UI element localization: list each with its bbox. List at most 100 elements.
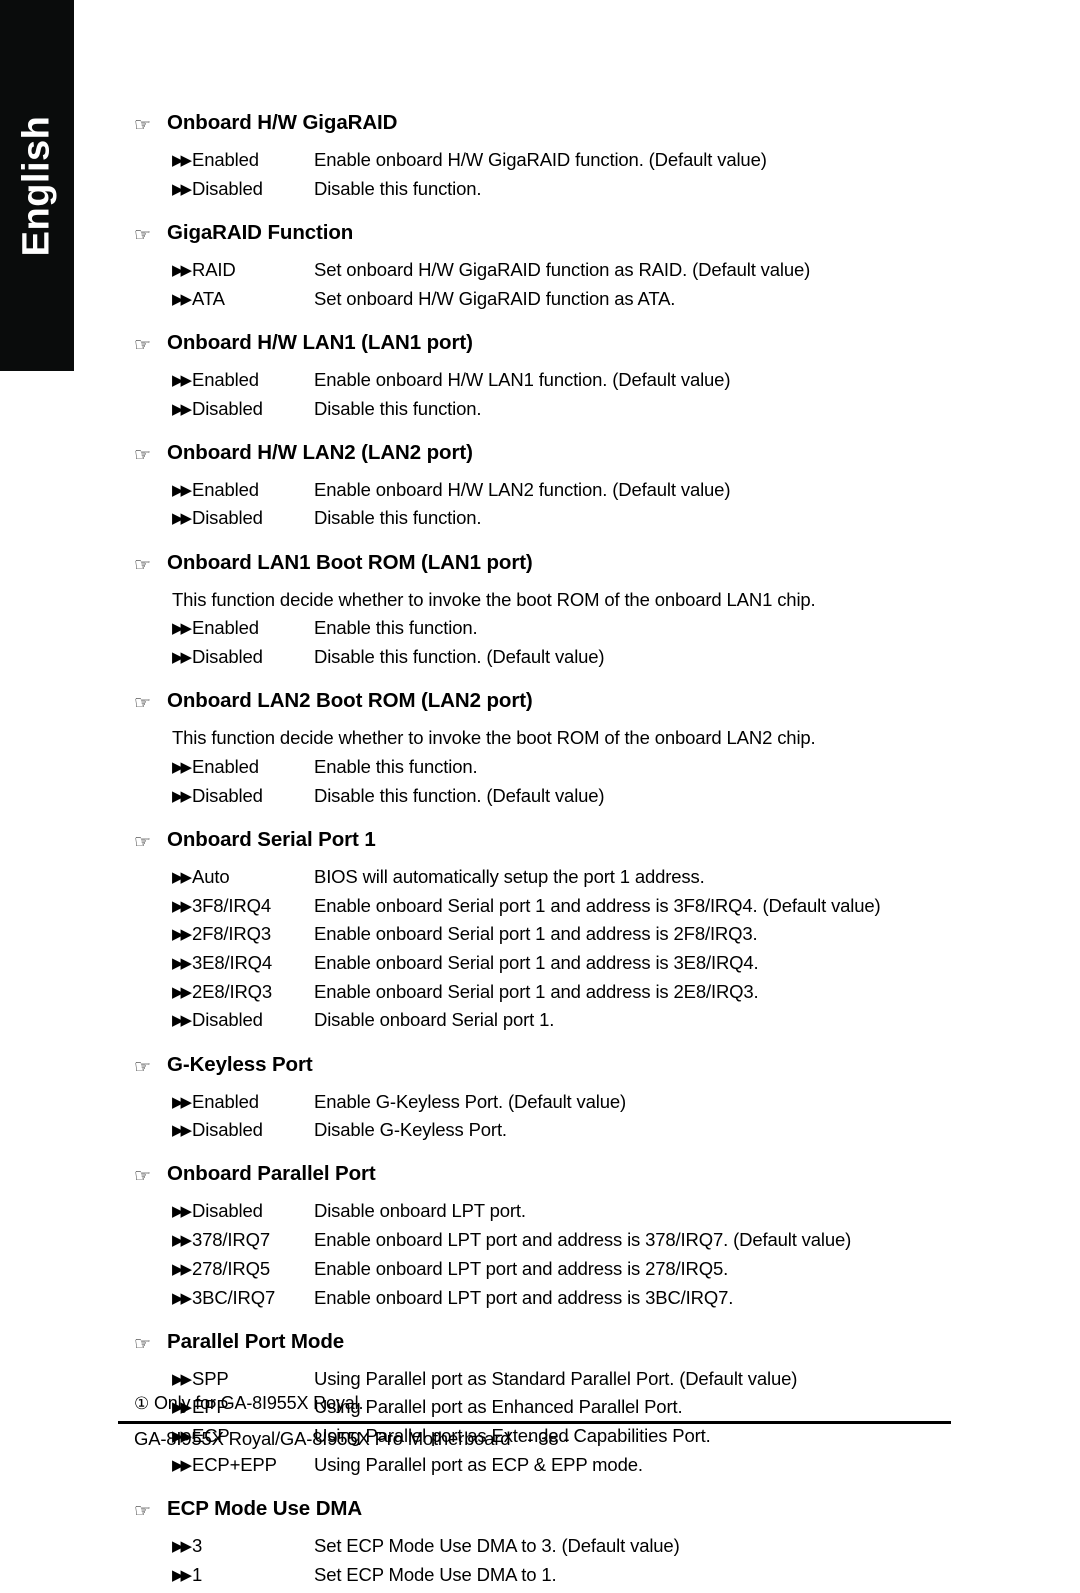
option-row: ▶▶ Enabled Enable onboard H/W LAN2 functio… bbox=[0, 479, 1080, 508]
option-row: ▶▶ Disabled Disable onboard Serial port 1. bbox=[0, 1009, 1080, 1038]
pointing-hand-icon: ☞ bbox=[134, 443, 152, 466]
section-note: This function decide whether to invoke t… bbox=[172, 588, 816, 610]
option-description: Enable G-Keyless Port. (Default value) bbox=[314, 1090, 627, 1112]
option-description: Set onboard H/W GigaRAID function as ATA… bbox=[314, 287, 676, 309]
option-row: ▶▶ Enabled Enable this function. bbox=[0, 617, 1080, 646]
option-row: ▶▶ Disabled Disable this function. bbox=[0, 178, 1080, 207]
double-arrow-icon: ▶▶ bbox=[172, 370, 192, 389]
double-arrow-icon: ▶▶ bbox=[172, 289, 192, 308]
option-description: Enable onboard Serial port 1 and address… bbox=[314, 894, 881, 916]
double-arrow-icon: ▶▶ bbox=[172, 1288, 192, 1307]
footnote-marker-icon: ① bbox=[134, 1394, 150, 1414]
pointing-hand-icon: ☞ bbox=[134, 692, 152, 715]
option-row: ▶▶ ECP+EPP Using Parallel port as ECP & EP… bbox=[0, 1454, 1080, 1483]
option-row: ▶▶ 1 Set ECP Mode Use DMA to 1. bbox=[0, 1564, 1080, 1593]
manual-page-content: ☞ Onboard H/W GigaRAID ▶▶ Enabled Enable onb… bbox=[0, 0, 1080, 1585]
double-arrow-icon: ▶▶ bbox=[172, 896, 192, 915]
option-name: 1 bbox=[192, 1563, 203, 1585]
double-arrow-icon: ▶▶ bbox=[172, 648, 192, 666]
option-name: RAID bbox=[192, 258, 236, 280]
option-name: 3BC/IRQ7 bbox=[192, 1286, 276, 1308]
option-name: 278/IRQ5 bbox=[192, 1257, 270, 1279]
option-row: ▶▶ Auto BIOS will automatically setup the … bbox=[0, 866, 1080, 895]
option-name: ECP+EPP bbox=[192, 1453, 277, 1475]
option-description: Set onboard H/W GigaRAID function as RAI… bbox=[314, 258, 811, 280]
option-row: ▶▶ Enabled Enable onboard H/W GigaRAID fun… bbox=[0, 149, 1080, 178]
double-arrow-icon: ▶▶ bbox=[172, 619, 192, 638]
double-arrow-icon: ▶▶ bbox=[172, 1092, 192, 1111]
option-description: Disable this function. bbox=[314, 177, 482, 199]
pointing-hand-icon: ☞ bbox=[134, 333, 152, 356]
option-name: Disabled bbox=[192, 397, 263, 419]
option-description: Enable onboard H/W LAN1 function. (Defau… bbox=[314, 368, 731, 390]
option-row: ▶▶ 3 Set ECP Mode Use DMA to 3. (Default v… bbox=[0, 1535, 1080, 1564]
section-heading-gigaraid-function: ☞ GigaRAID Function bbox=[0, 221, 1080, 255]
section-heading-onboard-hw-lan1: ☞ Onboard H/W LAN1 (LAN1 port) bbox=[0, 331, 1080, 365]
option-description: Enable onboard Serial port 1 and address… bbox=[314, 923, 758, 945]
section-heading-onboard-lan1-boot-rom: ☞ Onboard LAN1 Boot ROM (LAN1 port) bbox=[0, 551, 1080, 585]
option-name: Enabled bbox=[192, 478, 259, 500]
option-name: 2E8/IRQ3 bbox=[192, 980, 273, 1002]
section-title: Onboard H/W GigaRAID bbox=[167, 111, 398, 134]
section-heading-g-keyless-port: ☞ G-Keyless Port bbox=[0, 1053, 1080, 1087]
section-note: This function decide whether to invoke t… bbox=[172, 727, 816, 749]
section-title: Onboard H/W LAN2 (LAN2 port) bbox=[167, 440, 473, 464]
pointing-hand-icon: ☞ bbox=[134, 223, 152, 246]
option-name: Disabled bbox=[192, 1009, 263, 1031]
option-row: ▶▶ RAID Set onboard H/W GigaRAID function … bbox=[0, 259, 1080, 288]
option-row: ▶▶ Disabled Disable this function. bbox=[0, 507, 1080, 536]
section-title: G-Keyless Port bbox=[167, 1052, 313, 1076]
option-row: ▶▶ 3F8/IRQ4 Enable onboard Serial port 1 a… bbox=[0, 895, 1080, 924]
option-row: ▶▶ ATA Set onboard H/W GigaRAID function a… bbox=[0, 288, 1080, 317]
section-title: Onboard Serial Port 1 bbox=[167, 827, 376, 851]
option-description: Disable G-Keyless Port. bbox=[314, 1119, 507, 1141]
option-name: Disabled bbox=[192, 1119, 263, 1141]
option-name: 378/IRQ7 bbox=[192, 1229, 270, 1251]
option-description: Disable onboard Serial port 1. bbox=[314, 1009, 555, 1031]
footer-line: GA-8I955X Royal/GA-8I955X Pro Motherboar… bbox=[134, 1428, 570, 1450]
option-description: Enable onboard LPT port and address is 3… bbox=[314, 1286, 734, 1308]
double-arrow-icon: ▶▶ bbox=[172, 786, 192, 805]
section-title: Onboard LAN2 Boot ROM (LAN2 port) bbox=[167, 689, 533, 713]
double-arrow-icon: ▶▶ bbox=[172, 982, 192, 1001]
option-name: Enabled bbox=[192, 149, 259, 170]
double-arrow-icon: ▶▶ bbox=[172, 867, 192, 886]
option-row: ▶▶ 378/IRQ7 Enable onboard LPT port and ad… bbox=[0, 1229, 1080, 1258]
section-title: ECP Mode Use DMA bbox=[167, 1497, 363, 1520]
option-row: ▶▶ Disabled Disable this function. bbox=[0, 398, 1080, 427]
footnote: ① Only for GA-8I955X Royal. bbox=[134, 1393, 363, 1414]
option-name: 3F8/IRQ4 bbox=[192, 894, 271, 916]
footnote-text: Only for GA-8I955X Royal. bbox=[153, 1393, 364, 1413]
option-description: Set ECP Mode Use DMA to 3. (Default valu… bbox=[314, 1535, 680, 1556]
pointing-hand-icon: ☞ bbox=[134, 830, 152, 853]
option-description: Enable onboard H/W LAN2 function. (Defau… bbox=[314, 478, 731, 500]
option-description: Using Parallel port as Standard Parallel… bbox=[314, 1367, 798, 1389]
option-description: BIOS will automatically setup the port 1… bbox=[314, 865, 705, 887]
option-description: Using Parallel port as Enhanced Parallel… bbox=[314, 1396, 683, 1418]
double-arrow-icon: ▶▶ bbox=[172, 1121, 192, 1140]
option-description: Enable this function. bbox=[314, 617, 478, 639]
option-name: Disabled bbox=[192, 784, 263, 806]
option-description: Enable onboard LPT port and address is 2… bbox=[314, 1257, 729, 1279]
option-description: Enable onboard Serial port 1 and address… bbox=[314, 951, 759, 973]
double-arrow-icon: ▶▶ bbox=[172, 1259, 192, 1278]
option-description: Disable this function. bbox=[314, 507, 482, 529]
option-row: ▶▶ Enabled Enable G-Keyless Port. (Default… bbox=[0, 1091, 1080, 1120]
option-row: ▶▶ 2E8/IRQ3 Enable onboard Serial port 1 a… bbox=[0, 981, 1080, 1010]
section-heading-onboard-serial-port-1: ☞ Onboard Serial Port 1 bbox=[0, 828, 1080, 862]
option-name: Disabled bbox=[192, 646, 263, 667]
section-heading-parallel-port-mode: ☞ Parallel Port Mode bbox=[0, 1330, 1080, 1364]
option-name: Auto bbox=[192, 865, 230, 887]
double-arrow-icon: ▶▶ bbox=[172, 1565, 192, 1584]
option-row: ▶▶ 278/IRQ5 Enable onboard LPT port and ad… bbox=[0, 1258, 1080, 1287]
option-description: Enable onboard H/W GigaRAID function. (D… bbox=[314, 149, 767, 170]
option-name: 2F8/IRQ3 bbox=[192, 923, 271, 945]
pointing-hand-icon: ☞ bbox=[134, 1055, 152, 1078]
section-title: Parallel Port Mode bbox=[167, 1329, 345, 1353]
double-arrow-icon: ▶▶ bbox=[172, 1455, 192, 1474]
option-name: Enabled bbox=[192, 755, 259, 777]
double-arrow-icon: ▶▶ bbox=[172, 1202, 192, 1221]
footer-product-name: GA-8I955X Royal/GA-8I955X Pro Motherboar… bbox=[134, 1428, 511, 1449]
option-name: ATA bbox=[192, 287, 225, 309]
double-arrow-icon: ▶▶ bbox=[172, 480, 192, 499]
